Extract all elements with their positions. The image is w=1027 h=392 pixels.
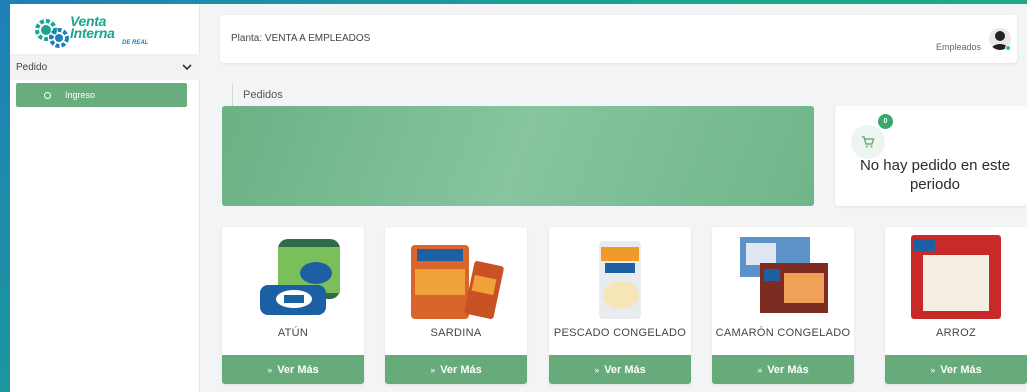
ver-mas-button-camaron[interactable]: » Ver Más <box>712 355 854 384</box>
product-name: SARDINA <box>430 327 482 339</box>
gear-logo-icon <box>35 19 69 48</box>
status-dot <box>1005 45 1011 51</box>
product-name: PESCADO CONGELADO <box>553 327 687 339</box>
product-grid: ATÚN » Ver Más SARDINA » Ver Más PESCADO… <box>222 227 1027 392</box>
app-frame: Venta Interna DE REAL Pedido Ingreso Pla… <box>10 4 1027 392</box>
cart-empty-message: No hay pedido en este periodo <box>859 157 1011 193</box>
user-name[interactable]: Empleados <box>936 42 981 52</box>
product-name: CAMARÓN CONGELADO <box>715 327 851 339</box>
menu-header-label: Pedido <box>16 61 48 73</box>
topbar: Planta: VENTA A EMPLEADOS Empleados <box>220 15 1017 63</box>
sidebar-item-label: Ingreso <box>65 90 96 100</box>
planta-label: Planta: VENTA A EMPLEADOS <box>231 33 371 44</box>
logo-brand: Venta Interna <box>70 14 115 41</box>
cart-count-badge: 0 <box>878 114 893 129</box>
product-image-arroz <box>911 235 1001 319</box>
ver-mas-label: Ver Más <box>440 363 482 376</box>
product-image-sardina <box>411 245 504 319</box>
ver-mas-button-pescado[interactable]: » Ver Más <box>549 355 691 384</box>
double-chevron-right-icon: » <box>757 364 763 375</box>
ver-mas-button-sardina[interactable]: » Ver Más <box>385 355 527 384</box>
product-card-camaron: CAMARÓN CONGELADO » Ver Más <box>712 227 854 384</box>
product-image-pescado <box>599 241 641 319</box>
ver-mas-label: Ver Más <box>940 363 982 376</box>
product-card-arroz: ARROZ » Ver Más <box>885 227 1027 384</box>
menu-header-pedido[interactable]: Pedido <box>10 54 200 80</box>
product-name: ARROZ <box>936 327 976 339</box>
banner <box>222 106 814 206</box>
double-chevron-right-icon: » <box>930 364 936 375</box>
cart-icon <box>862 136 875 148</box>
logo[interactable]: Venta Interna DE REAL <box>30 12 170 52</box>
product-name: ATÚN <box>277 327 309 339</box>
ver-mas-button-atun[interactable]: » Ver Más <box>222 355 364 384</box>
cart-summary-card[interactable]: 0 No hay pedido en este periodo <box>835 106 1027 206</box>
product-card-atun: ATÚN » Ver Más <box>222 227 364 384</box>
ver-mas-button-arroz[interactable]: » Ver Más <box>885 355 1027 384</box>
double-chevron-right-icon: » <box>267 364 273 375</box>
ver-mas-label: Ver Más <box>604 363 646 376</box>
sidebar-item-ingreso[interactable]: Ingreso <box>16 83 187 107</box>
page-title: Pedidos <box>232 84 283 106</box>
double-chevron-right-icon: » <box>430 364 436 375</box>
double-chevron-right-icon: » <box>594 364 600 375</box>
ver-mas-label: Ver Más <box>767 363 809 376</box>
circle-icon <box>44 91 51 99</box>
sidebar: Venta Interna DE REAL Pedido Ingreso <box>10 4 200 392</box>
chevron-down-icon <box>182 64 192 71</box>
product-image-atun <box>260 239 340 315</box>
logo-line2: Interna <box>70 25 115 41</box>
logo-sub: DE REAL <box>122 40 149 46</box>
product-image-camaron <box>740 237 828 313</box>
cart-button[interactable] <box>851 125 885 159</box>
product-card-sardina: SARDINA » Ver Más <box>385 227 527 384</box>
product-card-pescado: PESCADO CONGELADO » Ver Más <box>549 227 691 384</box>
ver-mas-label: Ver Más <box>277 363 319 376</box>
